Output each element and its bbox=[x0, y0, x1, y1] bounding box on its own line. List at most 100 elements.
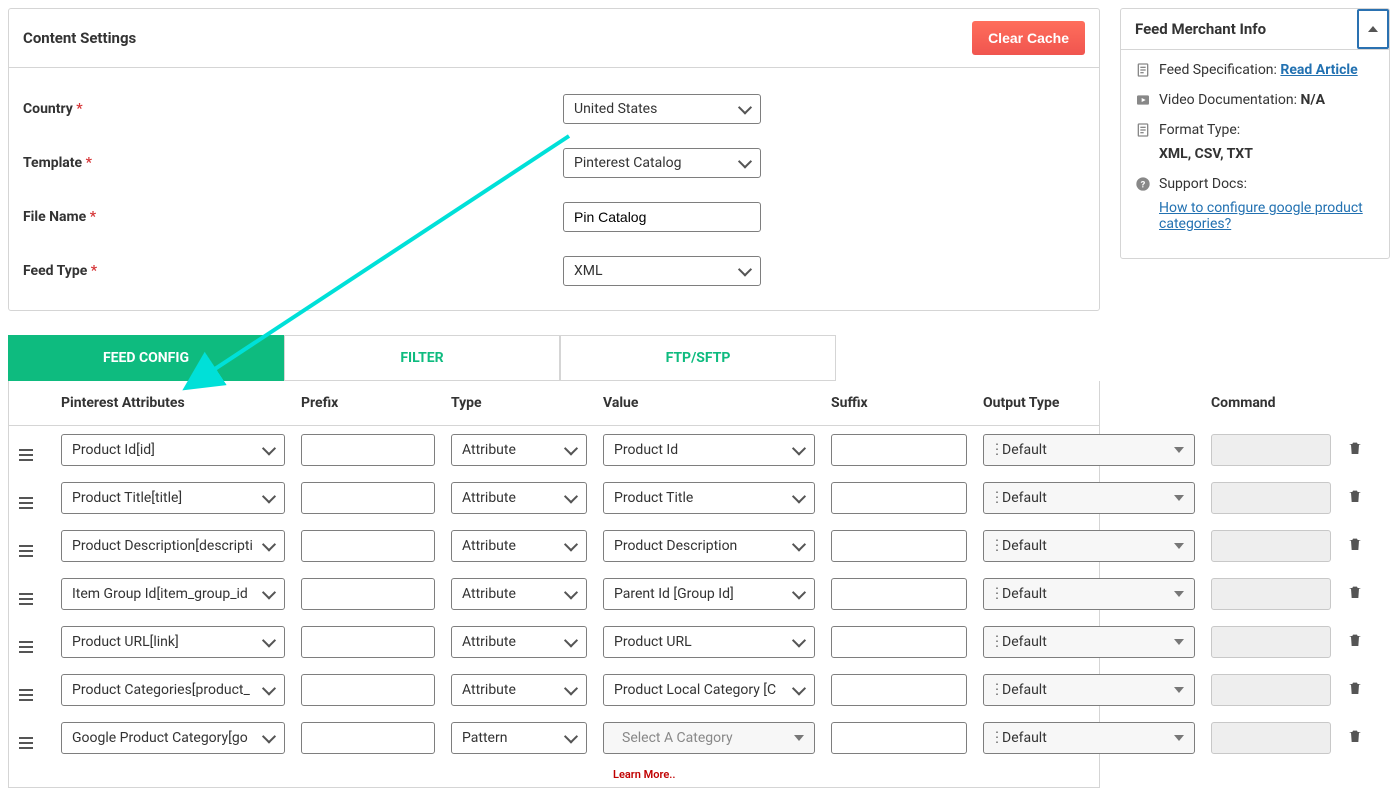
type-select[interactable]: Attribute bbox=[451, 482, 587, 514]
type-select[interactable]: Attribute bbox=[451, 530, 587, 562]
table-row: Product Categories[product_ Attribute Pr… bbox=[9, 666, 1099, 714]
value-select[interactable]: Product URL bbox=[603, 626, 815, 658]
value-select[interactable]: Product Title bbox=[603, 482, 815, 514]
country-select[interactable]: United States bbox=[563, 94, 761, 124]
suffix-input[interactable] bbox=[831, 722, 967, 754]
command-input[interactable] bbox=[1211, 674, 1331, 706]
drag-handle-icon[interactable] bbox=[19, 689, 33, 701]
help-icon: ? bbox=[1135, 176, 1151, 192]
trash-icon[interactable] bbox=[1347, 685, 1363, 701]
header-cmd: Command bbox=[1211, 395, 1276, 411]
attribute-select[interactable]: Product Description[descripti bbox=[61, 530, 285, 562]
type-select[interactable]: Attribute bbox=[451, 578, 587, 610]
output-type-select[interactable]: ⋮Default bbox=[983, 530, 1195, 562]
value-select[interactable]: Select A Category bbox=[603, 722, 815, 754]
svg-text:?: ? bbox=[1141, 179, 1146, 190]
output-type-select[interactable]: ⋮Default bbox=[983, 482, 1195, 514]
clear-cache-button[interactable]: Clear Cache bbox=[972, 21, 1085, 55]
panel-title: Content Settings bbox=[23, 29, 136, 47]
drag-handle-icon[interactable] bbox=[19, 497, 33, 509]
type-select[interactable]: Attribute bbox=[451, 434, 587, 466]
template-select[interactable]: Pinterest Catalog bbox=[563, 148, 761, 178]
suffix-input[interactable] bbox=[831, 434, 967, 466]
learn-more-link[interactable]: Learn More.. bbox=[613, 768, 1099, 781]
prefix-input[interactable] bbox=[301, 434, 435, 466]
attribute-select[interactable]: Item Group Id[item_group_id bbox=[61, 578, 285, 610]
prefix-input[interactable] bbox=[301, 578, 435, 610]
header-value: Value bbox=[603, 395, 831, 411]
country-label: Country * bbox=[23, 101, 563, 117]
table-row: Product Title[title] Attribute Product T… bbox=[9, 474, 1099, 522]
attribute-select[interactable]: Product Categories[product_ bbox=[61, 674, 285, 706]
output-type-select[interactable]: ⋮Default bbox=[983, 578, 1195, 610]
drag-handle-icon[interactable] bbox=[19, 593, 33, 605]
prefix-input[interactable] bbox=[301, 722, 435, 754]
tab-feed-config[interactable]: FEED CONFIG bbox=[8, 335, 284, 381]
header-type: Type bbox=[451, 395, 603, 411]
suffix-input[interactable] bbox=[831, 674, 967, 706]
prefix-input[interactable] bbox=[301, 626, 435, 658]
prefix-input[interactable] bbox=[301, 482, 435, 514]
table-row: Product Id[id] Attribute Product Id ⋮Def… bbox=[9, 426, 1099, 474]
value-select[interactable]: Product Local Category [C bbox=[603, 674, 815, 706]
command-input[interactable] bbox=[1211, 530, 1331, 562]
prefix-input[interactable] bbox=[301, 530, 435, 562]
table-row: Item Group Id[item_group_id Attribute Pa… bbox=[9, 570, 1099, 618]
command-input[interactable] bbox=[1211, 434, 1331, 466]
attribute-select[interactable]: Google Product Category[go bbox=[61, 722, 285, 754]
trash-icon[interactable] bbox=[1347, 589, 1363, 605]
suffix-input[interactable] bbox=[831, 578, 967, 610]
suffix-input[interactable] bbox=[831, 626, 967, 658]
feedtype-label: Feed Type * bbox=[23, 263, 563, 279]
output-type-select[interactable]: ⋮Default bbox=[983, 434, 1195, 466]
attribute-select[interactable]: Product URL[link] bbox=[61, 626, 285, 658]
filename-input[interactable] bbox=[563, 202, 761, 232]
value-select[interactable]: Product Id bbox=[603, 434, 815, 466]
tab-filter[interactable]: FILTER bbox=[284, 335, 560, 381]
suffix-input[interactable] bbox=[831, 530, 967, 562]
collapse-button[interactable] bbox=[1357, 9, 1389, 49]
drag-handle-icon[interactable] bbox=[19, 449, 33, 461]
template-label: Template * bbox=[23, 155, 563, 171]
header-suffix: Suffix bbox=[831, 395, 983, 411]
table-row: Product URL[link] Attribute Product URL … bbox=[9, 618, 1099, 666]
trash-icon[interactable] bbox=[1347, 445, 1363, 461]
output-type-select[interactable]: ⋮Default bbox=[983, 674, 1195, 706]
content-settings-panel: Content Settings Clear Cache Country * U… bbox=[8, 8, 1100, 311]
read-article-link[interactable]: Read Article bbox=[1280, 62, 1357, 78]
command-input[interactable] bbox=[1211, 626, 1331, 658]
trash-icon[interactable] bbox=[1347, 541, 1363, 557]
type-select[interactable]: Attribute bbox=[451, 626, 587, 658]
header-output: Output Type bbox=[983, 395, 1211, 411]
suffix-input[interactable] bbox=[831, 482, 967, 514]
feed-config-grid: Pinterest Attributes Prefix Type Value S… bbox=[8, 381, 1100, 788]
type-select[interactable]: Attribute bbox=[451, 674, 587, 706]
type-select[interactable]: Pattern bbox=[451, 722, 587, 754]
drag-handle-icon[interactable] bbox=[19, 545, 33, 557]
header-prefix: Prefix bbox=[301, 395, 451, 411]
tab-ftp[interactable]: FTP/SFTP bbox=[560, 335, 836, 381]
command-input[interactable] bbox=[1211, 722, 1331, 754]
drag-handle-icon[interactable] bbox=[19, 641, 33, 653]
trash-icon[interactable] bbox=[1347, 733, 1363, 749]
output-type-select[interactable]: ⋮Default bbox=[983, 626, 1195, 658]
feedtype-select[interactable]: XML bbox=[563, 256, 761, 286]
document-icon bbox=[1135, 62, 1151, 78]
value-select[interactable]: Product Description bbox=[603, 530, 815, 562]
format-type-label: Format Type: bbox=[1159, 122, 1240, 138]
video-icon bbox=[1135, 92, 1151, 108]
support-docs-link[interactable]: How to configure google product categori… bbox=[1159, 200, 1363, 232]
command-input[interactable] bbox=[1211, 578, 1331, 610]
command-input[interactable] bbox=[1211, 482, 1331, 514]
drag-handle-icon[interactable] bbox=[19, 737, 33, 749]
attribute-select[interactable]: Product Title[title] bbox=[61, 482, 285, 514]
output-type-select[interactable]: ⋮Default bbox=[983, 722, 1195, 754]
table-row: Product Description[descripti Attribute … bbox=[9, 522, 1099, 570]
prefix-input[interactable] bbox=[301, 674, 435, 706]
attribute-select[interactable]: Product Id[id] bbox=[61, 434, 285, 466]
tabs: FEED CONFIG FILTER FTP/SFTP bbox=[8, 335, 1100, 381]
document-icon bbox=[1135, 122, 1151, 138]
trash-icon[interactable] bbox=[1347, 637, 1363, 653]
trash-icon[interactable] bbox=[1347, 493, 1363, 509]
value-select[interactable]: Parent Id [Group Id] bbox=[603, 578, 815, 610]
